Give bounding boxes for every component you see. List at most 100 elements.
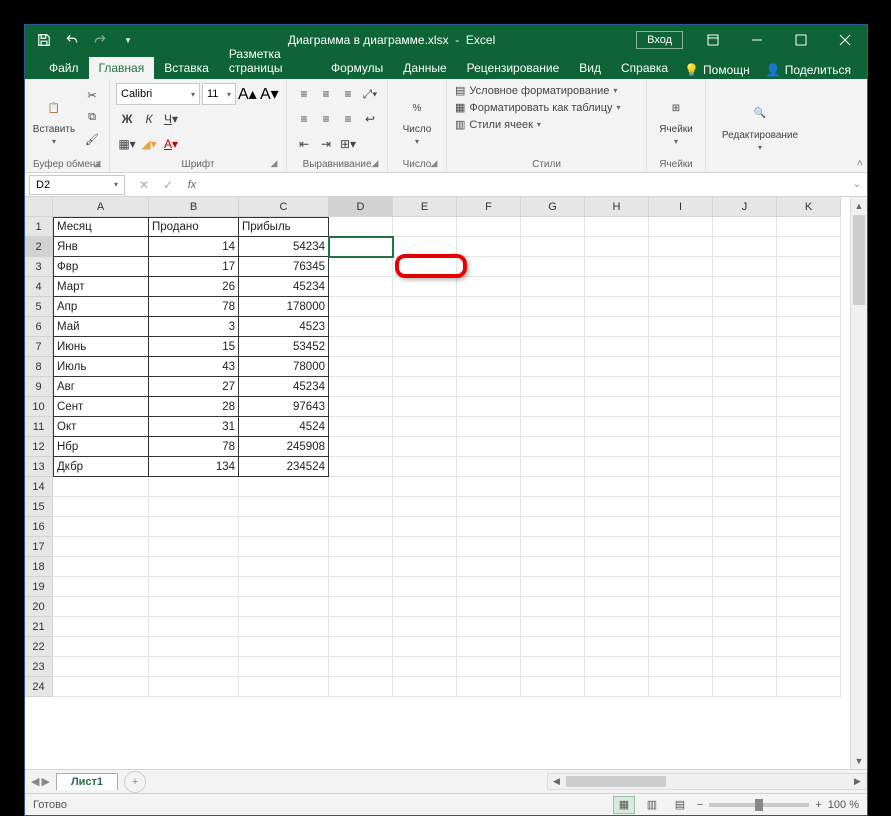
cell[interactable] bbox=[53, 577, 149, 597]
cell[interactable] bbox=[649, 537, 713, 557]
cell[interactable] bbox=[713, 437, 777, 457]
cell[interactable] bbox=[713, 537, 777, 557]
cell[interactable]: Авг bbox=[53, 377, 149, 397]
cell[interactable] bbox=[53, 537, 149, 557]
column-header[interactable]: D bbox=[329, 197, 393, 217]
cell[interactable] bbox=[393, 557, 457, 577]
cell[interactable] bbox=[393, 397, 457, 417]
row-header[interactable]: 22 bbox=[25, 637, 53, 657]
cell[interactable] bbox=[521, 417, 585, 437]
cell[interactable] bbox=[329, 397, 393, 417]
cell[interactable] bbox=[393, 537, 457, 557]
minimize-icon[interactable] bbox=[735, 25, 779, 55]
cell[interactable] bbox=[585, 237, 649, 257]
cell[interactable]: 54234 bbox=[239, 237, 329, 257]
cell[interactable]: 4523 bbox=[239, 317, 329, 337]
cell[interactable] bbox=[713, 297, 777, 317]
cell[interactable] bbox=[393, 357, 457, 377]
cell[interactable] bbox=[457, 377, 521, 397]
dialog-launcher-icon[interactable]: ◢ bbox=[369, 158, 381, 170]
cell[interactable] bbox=[457, 297, 521, 317]
tab-insert[interactable]: Вставка bbox=[154, 57, 219, 79]
cell[interactable] bbox=[649, 517, 713, 537]
cell[interactable] bbox=[457, 637, 521, 657]
cell[interactable]: Июль bbox=[53, 357, 149, 377]
cell[interactable] bbox=[713, 277, 777, 297]
zoom-slider[interactable] bbox=[709, 803, 809, 807]
cell[interactable] bbox=[521, 357, 585, 377]
cell[interactable] bbox=[585, 597, 649, 617]
cell[interactable] bbox=[521, 637, 585, 657]
cell[interactable]: 45234 bbox=[239, 377, 329, 397]
cell[interactable] bbox=[521, 437, 585, 457]
cell[interactable]: 97643 bbox=[239, 397, 329, 417]
cell[interactable] bbox=[649, 377, 713, 397]
cell[interactable] bbox=[713, 417, 777, 437]
cell[interactable] bbox=[53, 477, 149, 497]
cell[interactable] bbox=[777, 457, 841, 477]
cell[interactable] bbox=[649, 497, 713, 517]
tab-view[interactable]: Вид bbox=[569, 57, 611, 79]
zoom-in-icon[interactable]: + bbox=[815, 799, 821, 811]
cell[interactable] bbox=[329, 517, 393, 537]
cell[interactable] bbox=[149, 517, 239, 537]
paste-button[interactable]: 📋 Вставить ▾ bbox=[31, 83, 77, 157]
cell[interactable] bbox=[457, 457, 521, 477]
cell[interactable]: 3 bbox=[149, 317, 239, 337]
cell[interactable] bbox=[777, 317, 841, 337]
cell[interactable] bbox=[521, 377, 585, 397]
cell[interactable] bbox=[585, 577, 649, 597]
cell[interactable] bbox=[149, 677, 239, 697]
cell[interactable]: Март bbox=[53, 277, 149, 297]
font-size-combo[interactable]: 11▾ bbox=[202, 83, 236, 105]
cell[interactable] bbox=[329, 597, 393, 617]
cell[interactable] bbox=[585, 637, 649, 657]
cell[interactable]: Май bbox=[53, 317, 149, 337]
cell[interactable] bbox=[457, 497, 521, 517]
cell[interactable] bbox=[585, 537, 649, 557]
row-header[interactable]: 5 bbox=[25, 297, 53, 317]
cell[interactable] bbox=[777, 337, 841, 357]
orientation-icon[interactable]: ⤢▾ bbox=[359, 83, 381, 105]
cell[interactable] bbox=[713, 597, 777, 617]
cell[interactable] bbox=[521, 617, 585, 637]
cell[interactable] bbox=[585, 337, 649, 357]
cell[interactable] bbox=[239, 577, 329, 597]
font-name-combo[interactable]: Calibri▾ bbox=[116, 83, 200, 105]
formula-input[interactable] bbox=[207, 175, 847, 195]
cell[interactable] bbox=[393, 477, 457, 497]
align-bottom-icon[interactable]: ≡ bbox=[337, 83, 359, 105]
align-top-icon[interactable]: ≡ bbox=[293, 83, 315, 105]
cell[interactable] bbox=[521, 237, 585, 257]
cell-styles-button[interactable]: ▥Стили ячеек▾ bbox=[453, 117, 623, 132]
tell-me[interactable]: 💡Помощн bbox=[678, 61, 756, 79]
cell[interactable] bbox=[329, 677, 393, 697]
cell[interactable] bbox=[393, 497, 457, 517]
cell[interactable] bbox=[329, 457, 393, 477]
cell[interactable] bbox=[149, 577, 239, 597]
cell[interactable] bbox=[649, 637, 713, 657]
cell[interactable] bbox=[329, 217, 393, 237]
align-right-icon[interactable]: ≡ bbox=[337, 108, 359, 130]
cell[interactable]: Окт bbox=[53, 417, 149, 437]
cell[interactable]: 45234 bbox=[239, 277, 329, 297]
cell[interactable] bbox=[457, 217, 521, 237]
cell[interactable] bbox=[585, 217, 649, 237]
cell[interactable]: 78 bbox=[149, 437, 239, 457]
cell[interactable] bbox=[457, 617, 521, 637]
cell[interactable] bbox=[585, 317, 649, 337]
cell[interactable] bbox=[239, 537, 329, 557]
cell[interactable] bbox=[393, 677, 457, 697]
cell[interactable] bbox=[521, 397, 585, 417]
cell[interactable] bbox=[777, 637, 841, 657]
cell[interactable] bbox=[777, 257, 841, 277]
cell[interactable] bbox=[585, 257, 649, 277]
cell[interactable] bbox=[457, 437, 521, 457]
horizontal-scrollbar[interactable]: ◀ ▶ bbox=[547, 773, 867, 790]
row-header[interactable]: 3 bbox=[25, 257, 53, 277]
undo-icon[interactable] bbox=[59, 27, 85, 53]
tab-help[interactable]: Справка bbox=[611, 57, 678, 79]
cell[interactable]: 28 bbox=[149, 397, 239, 417]
cell[interactable] bbox=[649, 457, 713, 477]
cell[interactable] bbox=[457, 597, 521, 617]
